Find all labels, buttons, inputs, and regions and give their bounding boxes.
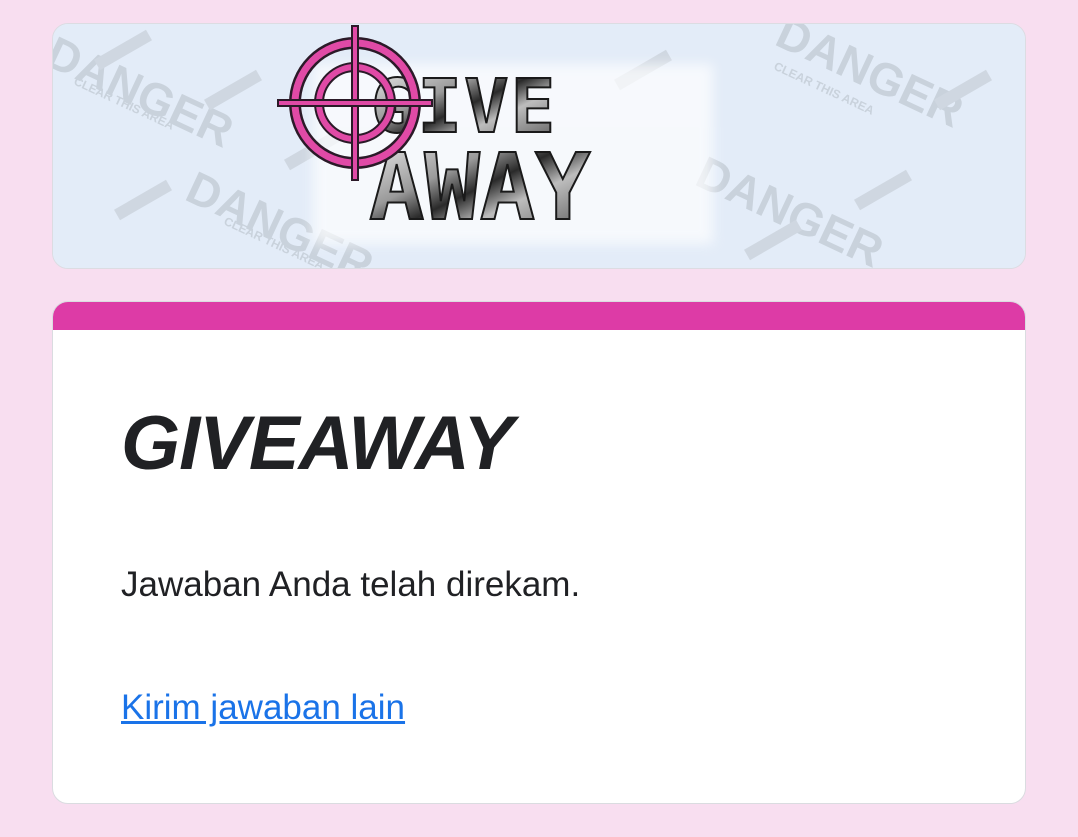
logo-text-bottom: AWAY (369, 134, 591, 241)
header-banner-image: DANGER DANGER DANGER DANGER CLEAR THIS A… (52, 23, 1026, 269)
confirmation-card: GIVEAWAY Jawaban Anda telah direkam. Kir… (52, 301, 1026, 804)
card-accent-bar (53, 302, 1025, 330)
submit-another-response-link[interactable]: Kirim jawaban lain (121, 687, 405, 729)
confirmation-message: Jawaban Anda telah direkam. (121, 565, 581, 604)
form-title: GIVEAWAY (121, 401, 514, 486)
